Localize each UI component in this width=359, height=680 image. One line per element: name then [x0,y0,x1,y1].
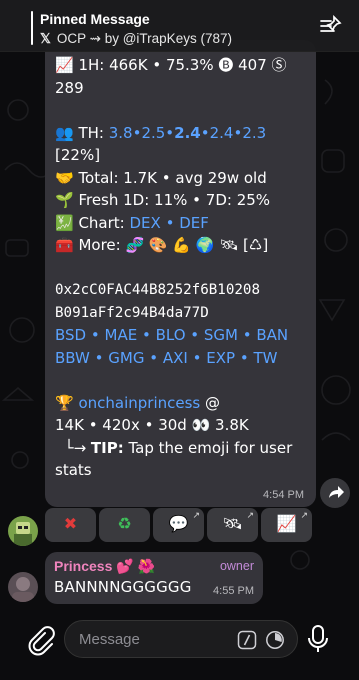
pinned-indicator-bar [31,11,33,45]
kb-button-chart[interactable]: 📈 ↗ [261,508,312,542]
sender-name[interactable]: Princess 💕 🌺 [54,558,155,575]
reply-text: BANNNNGGGGGG [54,578,192,596]
message-placeholder: Message [79,631,140,648]
message-line-1h: 📈 1H: 466K • 75.3% 🅑 407 Ⓢ [55,56,287,74]
message-line-tip-cont: stats [55,461,92,479]
message-line-fresh: 🌱 Fresh 1D: 11% • 7D: 25% [55,191,271,209]
link-gmg[interactable]: GMG [108,349,144,367]
inline-keyboard: ✖ ♻ 💬 ↗ 🛰 ↗ 📈 ↗ [45,508,312,542]
chart-label: 💹 Chart: [55,213,130,232]
satellite-icon: 🛰 [222,516,243,533]
th-label: 👥 TH: [55,123,109,142]
user-avatar[interactable] [8,572,38,602]
message-line-total: 🤝 Total: 1.7K • avg 29w old [55,168,267,187]
message-composer: Message [0,612,359,680]
link-ban[interactable]: BAN [256,326,288,344]
link-sgm[interactable]: SGM [204,326,238,344]
paperclip-icon[interactable] [24,624,58,658]
pinned-title: Pinned Message [40,11,150,27]
user-at: @ [200,393,221,412]
th-sep: • [165,123,175,142]
tip-label: TIP: [90,438,124,457]
link-exp[interactable]: EXP [206,349,235,367]
message-line-stats: 14K • 420x • 30d 👀 3.8K [55,416,249,434]
link-tw[interactable]: TW [253,349,277,367]
kb-button-comments[interactable]: 💬 ↗ [153,508,204,542]
external-link-icon: ↗ [192,510,200,520]
message-input[interactable]: Message [64,620,298,658]
share-arrow-icon [329,486,344,498]
external-link-icon: ↗ [300,510,308,520]
link-bsd[interactable]: BSD [55,326,86,344]
share-button[interactable] [320,478,350,508]
links-row-2: BBW • GMG • AXI • EXP • TW [55,348,278,367]
message-line-chart: 💹 Chart: DEX • DEF [55,213,209,232]
message-line-user: 🏆 onchainprincess @ [55,392,306,415]
microphone-icon[interactable] [304,624,332,654]
reply-message-bubble: Princess 💕 🌺 owner BANNNNGGGGGG 4:55 PM [45,552,263,604]
link-mae[interactable]: MAE [105,326,138,344]
reply-timestamp: 4:55 PM [213,585,254,597]
link-axi[interactable]: AXI [163,349,188,367]
external-link-icon: ↗ [246,510,254,520]
pinned-message-bar[interactable]: Pinned Message 𝕏 OCP ⇝ by @iTrapKeys (787… [0,0,359,52]
x-logo-icon: 𝕏 [40,31,51,46]
kb-button-satellite[interactable]: 🛰 ↗ [207,508,258,542]
x-mark-icon: ✖ [63,516,78,533]
kb-button-dismiss[interactable]: ✖ [45,508,96,542]
user-link[interactable]: onchainprincess [78,394,200,412]
link-bbw[interactable]: BBW [55,349,90,367]
message-line-more: 🧰 More: 🧬 🎨 💪 🌍 🛰 [♺] [55,234,306,257]
links-row-1: BSD • MAE • BLO • SGM • BAN [55,326,289,344]
th-link-3[interactable]: 2.4 [174,124,201,142]
pinned-subtitle-text: OCP ⇝ by @iTrapKeys (787) [56,31,232,46]
th-link-2[interactable]: 2.5 [141,124,165,142]
th-sep: • [200,123,210,142]
recycle-icon: ♻ [117,516,132,533]
message-line-th: 👥 TH: 3.8•2.5•2.4•2.4•2.3 [55,122,306,145]
message-timestamp: 4:54 PM [263,489,304,501]
speech-bubble-icon: 💬 [168,516,189,533]
th-link-4[interactable]: 2.4 [210,124,234,142]
chart-link-def[interactable]: DEF [179,214,209,232]
owner-badge: owner [219,559,254,573]
th-link-5[interactable]: 2.3 [242,124,266,142]
bot-avatar[interactable] [8,516,38,546]
th-percent: [22%] [55,146,101,164]
th-sep: • [233,123,243,142]
chart-icon: 📈 [276,516,297,533]
kb-button-refresh[interactable]: ♻ [99,508,150,542]
message-line-1h-cont: 289 [55,78,84,97]
trophy-icon: 🏆 [55,393,79,412]
th-link-1[interactable]: 3.8 [109,124,133,142]
contract-address-1[interactable]: 0x2cC0FAC44B8252f6B10208 [55,279,306,302]
pinned-subtitle: 𝕏 OCP ⇝ by @iTrapKeys (787) [40,31,232,47]
tip-text: Tap the emoji for user [123,438,293,457]
pin-list-icon[interactable] [319,15,343,37]
more-icons[interactable]: 🧬 🎨 💪 🌍 🛰 [♺] [125,236,268,254]
contract-address-2[interactable]: B091aFf2c94B4da77D [55,302,306,325]
bot-message-bubble: 📈 1H: 466K • 75.3% 🅑 407 Ⓢ 289 👥 TH: 3.8… [45,40,316,507]
link-blo[interactable]: BLO [156,326,186,344]
message-line-tip: └→ TIP: Tap the emoji for user [55,438,293,457]
clock-icon[interactable] [265,630,285,650]
more-label: 🧰 More: [55,236,126,254]
chart-link-dex[interactable]: DEX [130,214,161,232]
slash-command-icon[interactable] [237,630,257,650]
